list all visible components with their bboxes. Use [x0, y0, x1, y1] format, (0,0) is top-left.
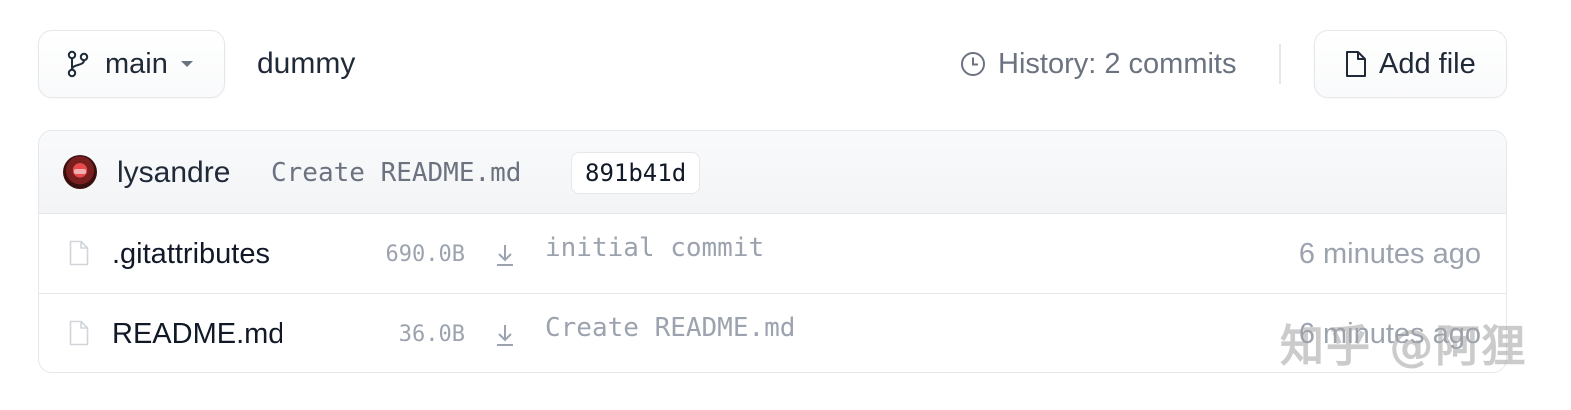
file-icon	[69, 240, 89, 266]
file-size: 690.0B	[385, 241, 465, 267]
clock-icon	[961, 52, 985, 76]
caret-down-icon	[180, 61, 193, 67]
file-list: lysandre Create README.md 891b41d .gitat…	[38, 130, 1507, 373]
add-file-button[interactable]: Add file	[1314, 30, 1507, 98]
file-icon	[69, 320, 89, 346]
file-name[interactable]: README.md	[112, 294, 282, 372]
avatar[interactable]	[63, 155, 97, 189]
file-time: 6 minutes ago	[1298, 237, 1481, 270]
repo-name: dummy	[257, 47, 356, 80]
file-name[interactable]: .gitattributes	[112, 214, 282, 294]
download-icon[interactable]	[494, 240, 516, 268]
download-icon[interactable]	[494, 320, 516, 348]
file-icon	[1346, 51, 1366, 77]
repo-toolbar: main dummy History: 2 commits Add file	[38, 30, 1507, 98]
add-file-label: Add file	[1379, 47, 1476, 80]
branch-selector-button[interactable]: main	[38, 30, 225, 98]
file-time: 6 minutes ago	[1298, 317, 1481, 350]
branch-label: main	[105, 47, 168, 80]
commit-message[interactable]: Create README.md	[271, 131, 521, 214]
history-label: History: 2 commits	[998, 47, 1237, 80]
commit-author[interactable]: lysandre	[117, 131, 230, 214]
git-branch-icon	[67, 50, 89, 78]
file-row[interactable]: .gitattributes 690.0B initial commit 6 m…	[39, 214, 1506, 294]
commit-hash[interactable]: 891b41d	[571, 152, 701, 194]
file-size: 36.0B	[398, 321, 465, 347]
file-row[interactable]: README.md 36.0B Create README.md 6 minut…	[39, 294, 1506, 372]
history-link[interactable]: History: 2 commits	[960, 30, 1236, 98]
toolbar-divider	[1279, 44, 1281, 84]
file-commit-message[interactable]: initial commit	[545, 208, 764, 288]
file-commit-message[interactable]: Create README.md	[545, 288, 795, 368]
last-commit-bar: lysandre Create README.md 891b41d	[39, 131, 1506, 214]
